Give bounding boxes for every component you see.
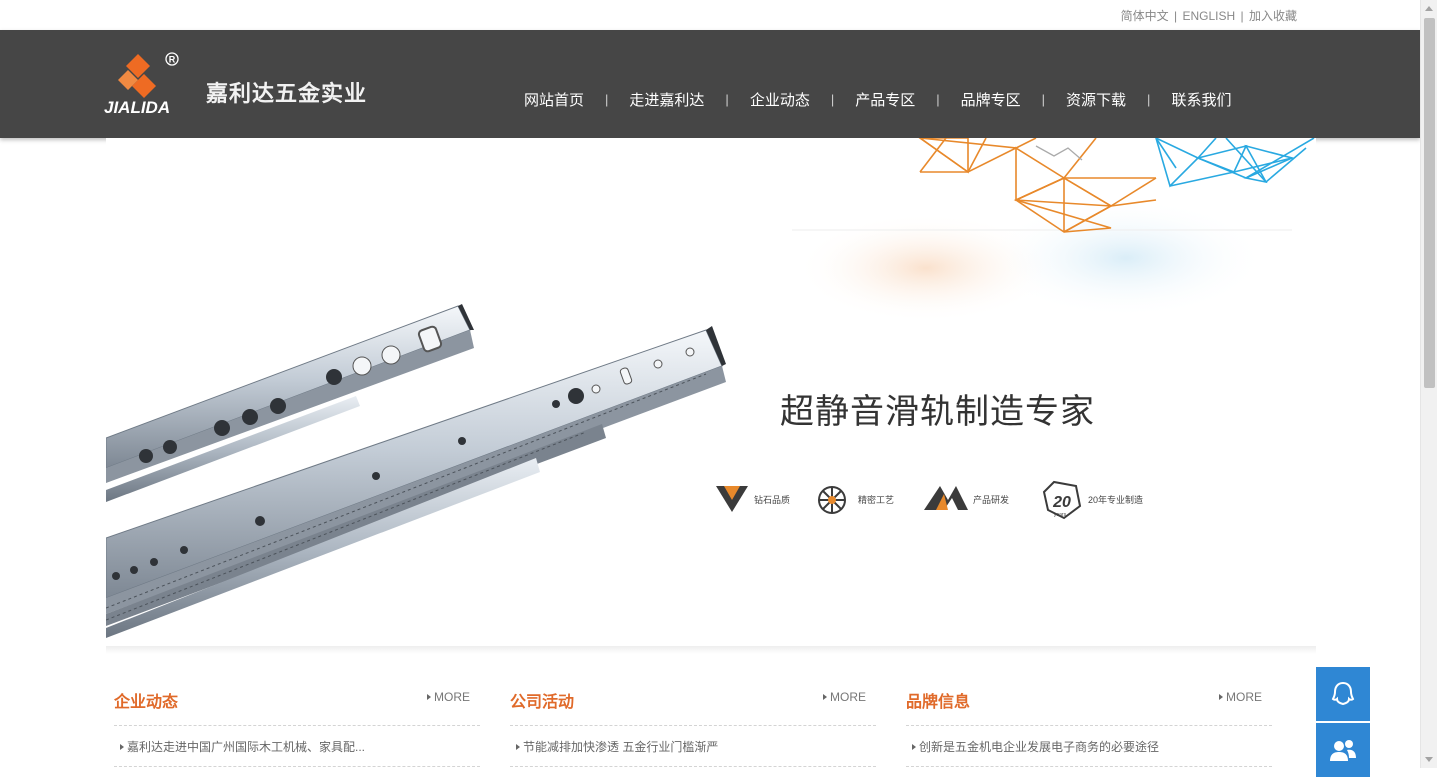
rnd-icon — [924, 486, 968, 510]
main-nav: 网站首页 | 走进嘉利达 | 企业动态 | 产品专区 | 品牌专区 | 资源下载… — [510, 88, 1245, 110]
news-item[interactable]: 创新是五金机电企业发展电子商务的必要途径 — [906, 726, 1272, 767]
top-utility-bar: 简体中文 | ENGLISH | 加入收藏 — [0, 0, 1420, 30]
svg-text:20: 20 — [1052, 494, 1071, 511]
top-link-separator: | — [1240, 9, 1244, 23]
banner-artwork: 20 years — [106, 138, 1315, 638]
column-title[interactable]: 企业动态 — [114, 688, 178, 712]
logo-wordmark: JIALIDA — [104, 98, 170, 117]
brand-name: 嘉利达五金实业 — [206, 81, 368, 106]
years-20-icon: 20 years — [1042, 480, 1082, 520]
nav-company-news[interactable]: 企业动态 — [736, 89, 824, 110]
top-links: 简体中文 | ENGLISH | 加入收藏 — [1121, 7, 1297, 24]
news-column-company: 企业动态 MORE 嘉利达走进中国广州国际木工机械、家具配... — [114, 675, 480, 767]
feature-precision-craft: 精密工艺 — [855, 482, 894, 516]
svg-text:years: years — [1054, 512, 1067, 518]
link-simplified-chinese[interactable]: 简体中文 — [1121, 9, 1169, 23]
hero-banner[interactable]: 20 years 超静音滑轨制造专家 钻石品质 精密工艺 产品研发 20年专业制… — [106, 138, 1316, 648]
site-header: JIALIDA R 嘉利达五金实业 网站首页 | 走进嘉利达 | 企业动态 | … — [0, 30, 1420, 138]
feature-label: 20年专业制造 — [1088, 494, 1144, 505]
nav-contact[interactable]: 联系我们 — [1157, 89, 1245, 110]
column-header: 品牌信息 MORE — [906, 675, 1272, 726]
scroll-thumb[interactable] — [1424, 18, 1435, 388]
column-header: 企业动态 MORE — [114, 675, 480, 726]
link-english[interactable]: ENGLISH — [1182, 9, 1235, 23]
feature-20-years: 20年专业制造 — [1085, 482, 1143, 516]
link-add-bookmark[interactable]: 加入收藏 — [1249, 9, 1297, 23]
more-link[interactable]: MORE — [427, 690, 470, 704]
column-title[interactable]: 品牌信息 — [906, 688, 970, 712]
nav-separator: | — [1147, 91, 1151, 107]
scroll-up-icon[interactable] — [1425, 6, 1433, 11]
diamond-icon — [716, 486, 748, 512]
online-service-button[interactable] — [1316, 723, 1370, 777]
news-item[interactable]: 节能减排加快渗透 五金行业门槛渐严 — [510, 726, 876, 767]
column-header: 公司活动 MORE — [510, 675, 876, 726]
more-link[interactable]: MORE — [823, 690, 866, 704]
vertical-scrollbar[interactable] — [1420, 0, 1437, 768]
svg-text:R: R — [169, 55, 176, 65]
scroll-down-icon[interactable] — [1425, 757, 1433, 762]
feature-label: 钻石品质 — [754, 494, 791, 505]
banner-shadow — [106, 646, 1316, 654]
nav-separator: | — [725, 91, 729, 107]
feature-label: 精密工艺 — [858, 494, 895, 505]
column-title[interactable]: 公司活动 — [510, 688, 574, 712]
top-link-separator: | — [1174, 9, 1178, 23]
nav-products[interactable]: 产品专区 — [841, 89, 929, 110]
feature-label: 产品研发 — [973, 494, 1010, 505]
nav-about[interactable]: 走进嘉利达 — [615, 89, 718, 110]
nav-home[interactable]: 网站首页 — [510, 89, 598, 110]
more-link[interactable]: MORE — [1219, 690, 1262, 704]
feature-diamond-quality: 钻石品质 — [751, 482, 790, 516]
nav-downloads[interactable]: 资源下载 — [1052, 89, 1140, 110]
news-column-brand: 品牌信息 MORE 创新是五金机电企业发展电子商务的必要途径 — [906, 675, 1272, 767]
banner-slogan: 超静音滑轨制造专家 — [780, 393, 1095, 431]
nav-brand[interactable]: 品牌专区 — [947, 89, 1035, 110]
nav-separator: | — [830, 91, 835, 107]
craft-wheel-icon — [818, 486, 846, 514]
qq-icon — [1331, 681, 1355, 706]
news-column-activities: 公司活动 MORE 节能减排加快渗透 五金行业门槛渐严 — [510, 675, 876, 767]
nav-separator: | — [605, 91, 609, 107]
news-item[interactable]: 嘉利达走进中国广州国际木工机械、家具配... — [114, 726, 480, 767]
jialida-logo[interactable]: JIALIDA R — [104, 50, 184, 120]
qq-chat-button[interactable] — [1316, 667, 1370, 721]
nav-separator: | — [1041, 91, 1046, 107]
feature-rnd: 产品研发 — [970, 482, 1009, 516]
nav-separator: | — [936, 91, 940, 107]
users-icon — [1330, 740, 1356, 761]
